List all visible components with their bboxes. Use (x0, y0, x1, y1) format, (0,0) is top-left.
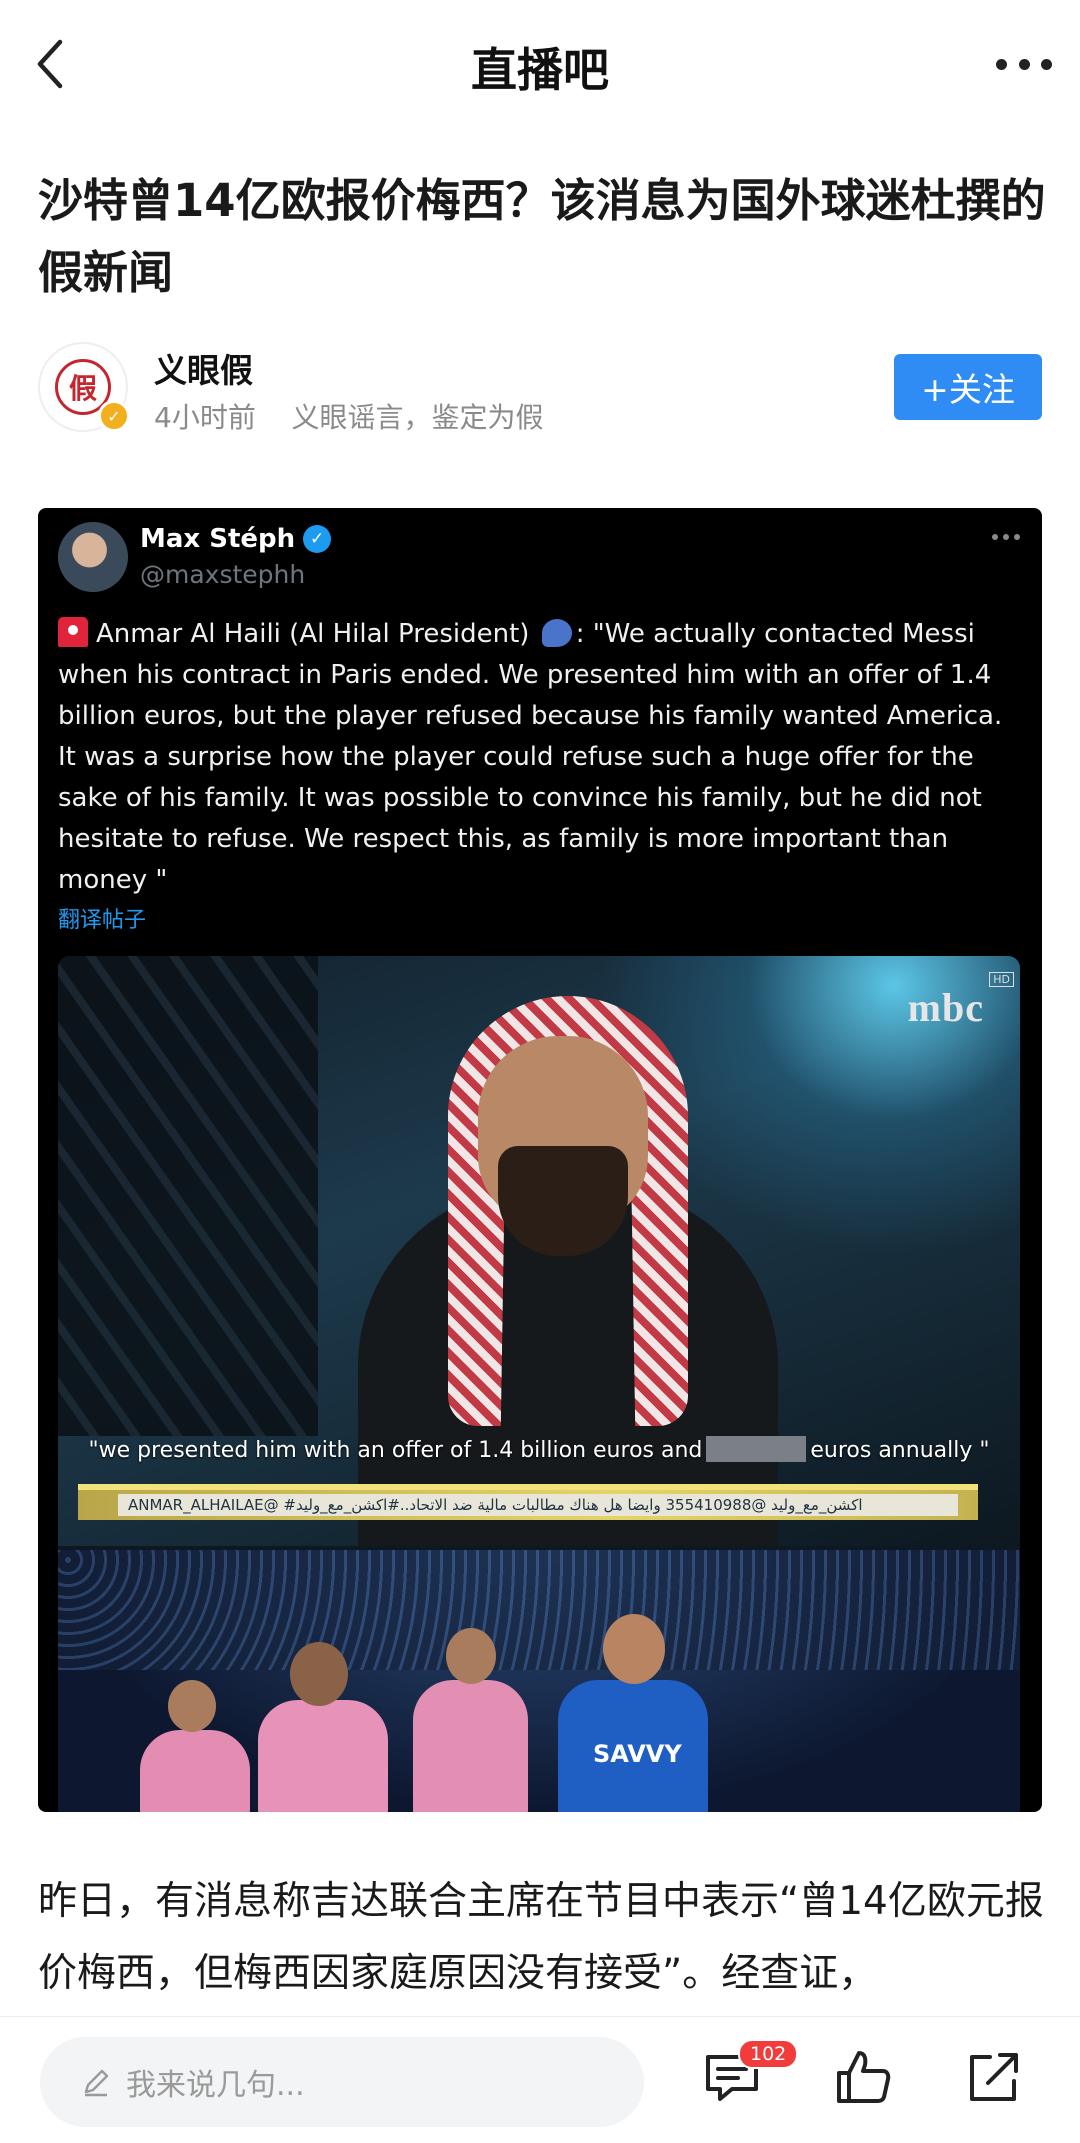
tweet-handle: @maxstephh (140, 560, 306, 589)
article-headline: 沙特曾14亿欧报价梅西？该消息为国外球迷杜撰的假新闻 (38, 174, 1046, 299)
article-body: 昨日，有消息称吉达联合主席在节目中表示“曾14亿欧元报价梅西，但梅西因家庭原因没… (38, 1879, 1044, 1996)
top-nav: 直播吧 (0, 0, 1080, 128)
comment-count-badge: 102 (738, 2039, 799, 2069)
embedded-post-image[interactable]: Max Stéph ✓ @maxstephh Anmar Al Haili (A… (38, 508, 1042, 1812)
verified-check-icon: ✓ (303, 525, 332, 553)
player-pink-1 (258, 1700, 388, 1812)
bottom-bar: 我来说几句... 102 (0, 2016, 1080, 2143)
author-name[interactable]: 义眼假 (154, 344, 253, 392)
news-ticker: ANMAR_ALHAILAE@ #اكشن_مع_وليد @355410988… (78, 1484, 978, 1520)
siren-icon (58, 617, 88, 647)
comment-input[interactable]: 我来说几句... (40, 2037, 644, 2127)
speaking-head-icon (541, 619, 572, 647)
translate-post-link: 翻译帖子 (58, 908, 147, 933)
jersey-sponsor: SAVVY (593, 1740, 682, 1768)
post-time: 4小时前 (154, 401, 256, 434)
tweet-media: mbc HD "we presented him with an offer o… (58, 956, 1020, 1812)
hd-badge: HD (989, 972, 1014, 987)
author-tagline: 义眼谣言，鉴定为假 (291, 401, 544, 434)
redacted-box (706, 1436, 807, 1462)
author-row: 假 ✓ 义眼假 4小时前 义眼谣言，鉴定为假 +关注 (38, 340, 1042, 436)
more-options-icon[interactable] (996, 50, 1052, 78)
tv-broadcast-frame: mbc HD "we presented him with an offer o… (58, 956, 1020, 1546)
channel-logo: mbc (907, 985, 984, 1030)
player-pink-3 (413, 1680, 528, 1812)
verified-badge-icon: ✓ (98, 400, 130, 432)
match-photo: SAVVY (58, 1550, 1020, 1812)
tv-subtitle: "we presented him with an offer of 1.4 b… (88, 1436, 990, 1463)
comment-placeholder: 我来说几句... (126, 2068, 305, 2103)
author-meta: 4小时前 义眼谣言，鉴定为假 (154, 396, 543, 436)
follow-button[interactable]: +关注 (894, 354, 1042, 420)
pen-icon (84, 2069, 109, 2097)
tweet-avatar (58, 522, 128, 592)
page-title: 直播吧 (471, 43, 609, 97)
tweet-text: Anmar Al Haili (Al Hilal President) : "W… (58, 617, 1003, 895)
tweet-display-name: Max Stéph ✓ (140, 524, 332, 554)
like-icon[interactable] (833, 2047, 893, 2107)
player-pink-2 (140, 1730, 250, 1812)
share-icon[interactable] (964, 2047, 1024, 2107)
tweet-more-icon (992, 534, 1020, 540)
